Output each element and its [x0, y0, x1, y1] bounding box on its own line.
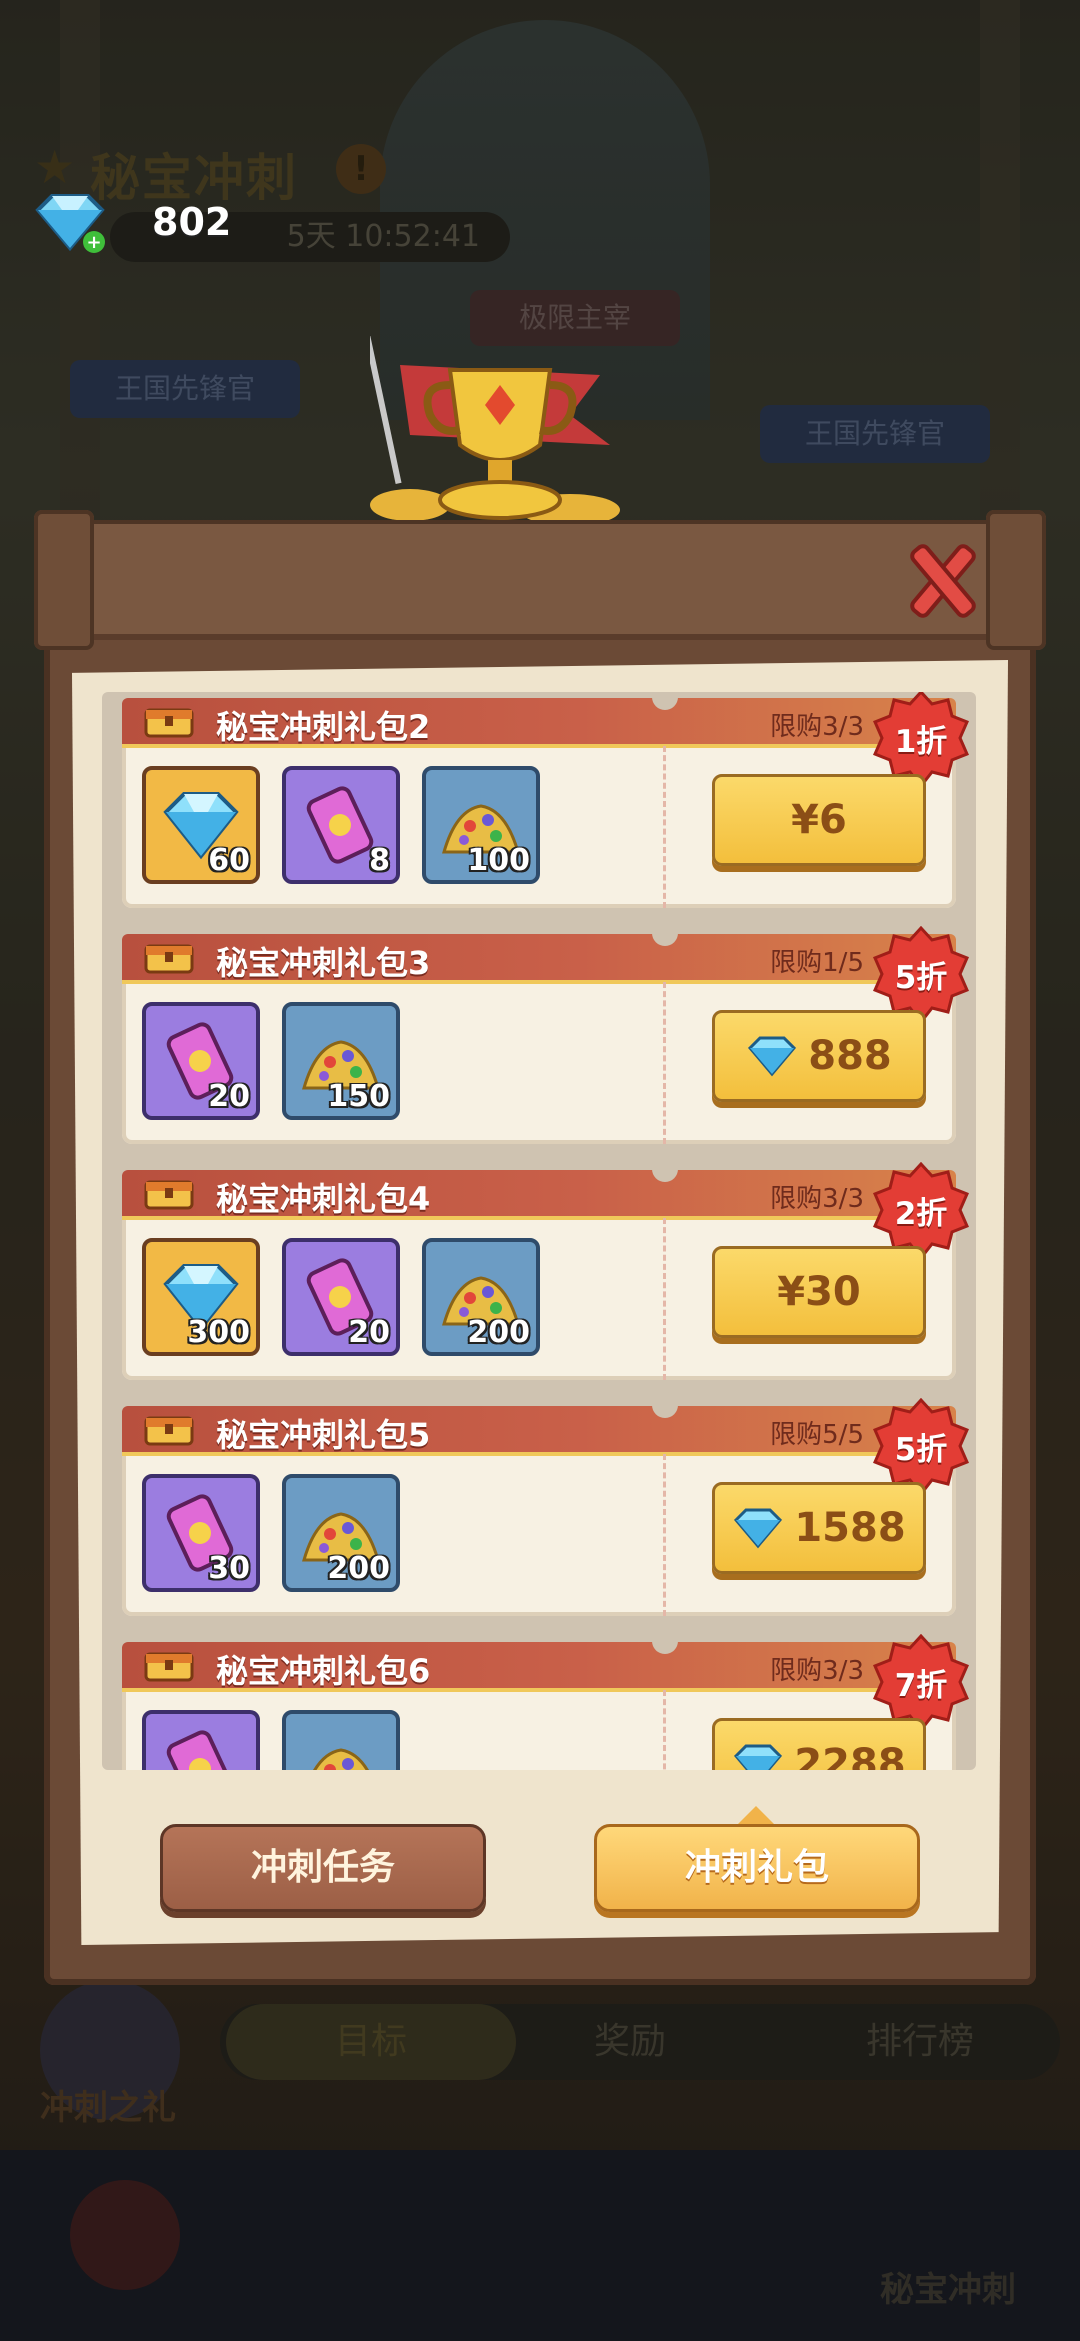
gift-pack-header: 秘宝冲刺礼包6 限购3/3 — [122, 1642, 956, 1692]
reward-item-gold-ore[interactable]: 100 — [422, 766, 540, 884]
board-cap-right — [986, 510, 1046, 650]
ticket-divider — [663, 1454, 666, 1616]
purchase-limit: 限购5/5 — [770, 1420, 864, 1450]
gift-pack-card: 秘宝冲刺礼包2 限购3/3 1折 60 8 100 ¥6 — [122, 692, 969, 908]
purchase-limit: 限购3/3 — [770, 1184, 864, 1214]
purchase-limit: 限购3/3 — [770, 712, 864, 742]
price-label: 888 — [808, 1033, 892, 1079]
price-label: 2288 — [794, 1741, 906, 1770]
ticket-divider — [663, 982, 666, 1144]
ticket-notch — [652, 1156, 678, 1182]
reward-quantity: 20 — [348, 1315, 390, 1350]
price-label: 1588 — [794, 1505, 906, 1551]
price-label: ¥30 — [777, 1269, 861, 1315]
reward-quantity: 200 — [467, 1315, 530, 1350]
reward-item-diamond[interactable]: 300 — [142, 1238, 260, 1356]
sprint-tasks-button[interactable]: 冲刺任务 — [160, 1824, 486, 1912]
reward-quantity: 20 — [208, 1079, 250, 1114]
gift-pack-header: 秘宝冲刺礼包3 限购1/5 — [122, 934, 956, 984]
ticket-notch — [652, 1392, 678, 1418]
discount-label: 2折 — [894, 1196, 948, 1232]
svg-text:+: + — [86, 232, 101, 253]
diamond-count: 802 — [152, 200, 232, 244]
reward-item-scroll[interactable]: 20 — [142, 1002, 260, 1120]
gift-pack-header: 秘宝冲刺礼包2 限购3/3 — [122, 698, 956, 748]
gift-pack-title: 秘宝冲刺礼包6 — [216, 1652, 431, 1690]
reward-quantity: 30 — [208, 1551, 250, 1586]
diamond-icon — [734, 1744, 783, 1770]
ticket-notch — [652, 1628, 678, 1654]
reward-item-gold-ore[interactable] — [282, 1710, 400, 1770]
buy-button[interactable]: 888 — [712, 1010, 926, 1102]
buy-button[interactable]: 1588 — [712, 1482, 926, 1574]
ticket-notch — [652, 920, 678, 946]
close-button[interactable] — [898, 536, 988, 626]
buy-button[interactable]: 2288 — [712, 1718, 926, 1770]
reward-quantity: 200 — [327, 1551, 390, 1586]
trophy-icon — [370, 336, 620, 526]
buy-button[interactable]: ¥6 — [712, 774, 926, 866]
reward-quantity: 150 — [327, 1079, 390, 1114]
diamond-icon — [748, 1036, 797, 1077]
discount-label: 5折 — [894, 960, 948, 996]
ticket-divider — [663, 1690, 666, 1770]
chest-icon — [144, 1652, 194, 1682]
chest-icon — [144, 944, 194, 974]
gift-pack-header: 秘宝冲刺礼包5 限购5/5 — [122, 1406, 956, 1456]
gift-pack-header: 秘宝冲刺礼包4 限购3/3 — [122, 1170, 956, 1220]
reward-item-scroll[interactable] — [142, 1710, 260, 1770]
reward-item-gold-ore[interactable]: 200 — [422, 1238, 540, 1356]
gift-pack-title: 秘宝冲刺礼包4 — [216, 1180, 431, 1218]
reward-quantity: 8 — [369, 843, 390, 878]
reward-item-scroll[interactable]: 8 — [282, 766, 400, 884]
chest-icon — [144, 1180, 194, 1210]
price-label: ¥6 — [791, 797, 847, 843]
discount-label: 1折 — [894, 724, 948, 760]
board-cap-left — [34, 510, 94, 650]
gift-pack-title: 秘宝冲刺礼包2 — [216, 708, 431, 746]
panel-header-board — [34, 520, 1046, 640]
chest-icon — [144, 708, 194, 738]
gift-pack-title: 秘宝冲刺礼包5 — [216, 1416, 431, 1454]
reward-item-gold-ore[interactable]: 200 — [282, 1474, 400, 1592]
diamond-icon: + — [35, 194, 105, 253]
gift-pack-card: 秘宝冲刺礼包4 限购3/3 2折 300 20 200 ¥30 — [122, 1156, 969, 1380]
chest-icon — [144, 1416, 194, 1446]
discount-label: 7折 — [894, 1668, 948, 1704]
active-tab-pointer — [738, 1806, 774, 1824]
reward-item-diamond[interactable]: 60 — [142, 766, 260, 884]
ticket-divider — [663, 1218, 666, 1380]
gift-pack-list[interactable]: 秘宝冲刺礼包2 限购3/3 1折 60 8 100 ¥6 秘宝冲刺礼包3 限购1/5 5折 20 15… — [102, 692, 976, 1770]
sprint-gifts-button[interactable]: 冲刺礼包 — [594, 1824, 920, 1912]
reward-quantity: 60 — [208, 843, 250, 878]
close-icon — [910, 544, 976, 618]
purchase-limit: 限购3/3 — [770, 1656, 864, 1686]
diamond-icon — [734, 1508, 783, 1549]
ticket-divider — [663, 746, 666, 908]
gift-pack-title: 秘宝冲刺礼包3 — [216, 944, 431, 982]
reward-item-scroll[interactable]: 20 — [282, 1238, 400, 1356]
reward-item-gold-ore[interactable]: 150 — [282, 1002, 400, 1120]
buy-button[interactable]: ¥30 — [712, 1246, 926, 1338]
reward-quantity: 100 — [467, 843, 530, 878]
gift-pack-card: 秘宝冲刺礼包6 限购3/3 7折 2288 — [122, 1628, 969, 1770]
reward-quantity: 300 — [187, 1315, 250, 1350]
purchase-limit: 限购1/5 — [770, 948, 864, 978]
gift-pack-card: 秘宝冲刺礼包5 限购5/5 5折 30 200 1588 — [122, 1392, 969, 1616]
gift-pack-card: 秘宝冲刺礼包3 限购1/5 5折 20 150 888 — [122, 920, 969, 1144]
reward-item-scroll[interactable]: 30 — [142, 1474, 260, 1592]
discount-label: 5折 — [894, 1432, 948, 1468]
